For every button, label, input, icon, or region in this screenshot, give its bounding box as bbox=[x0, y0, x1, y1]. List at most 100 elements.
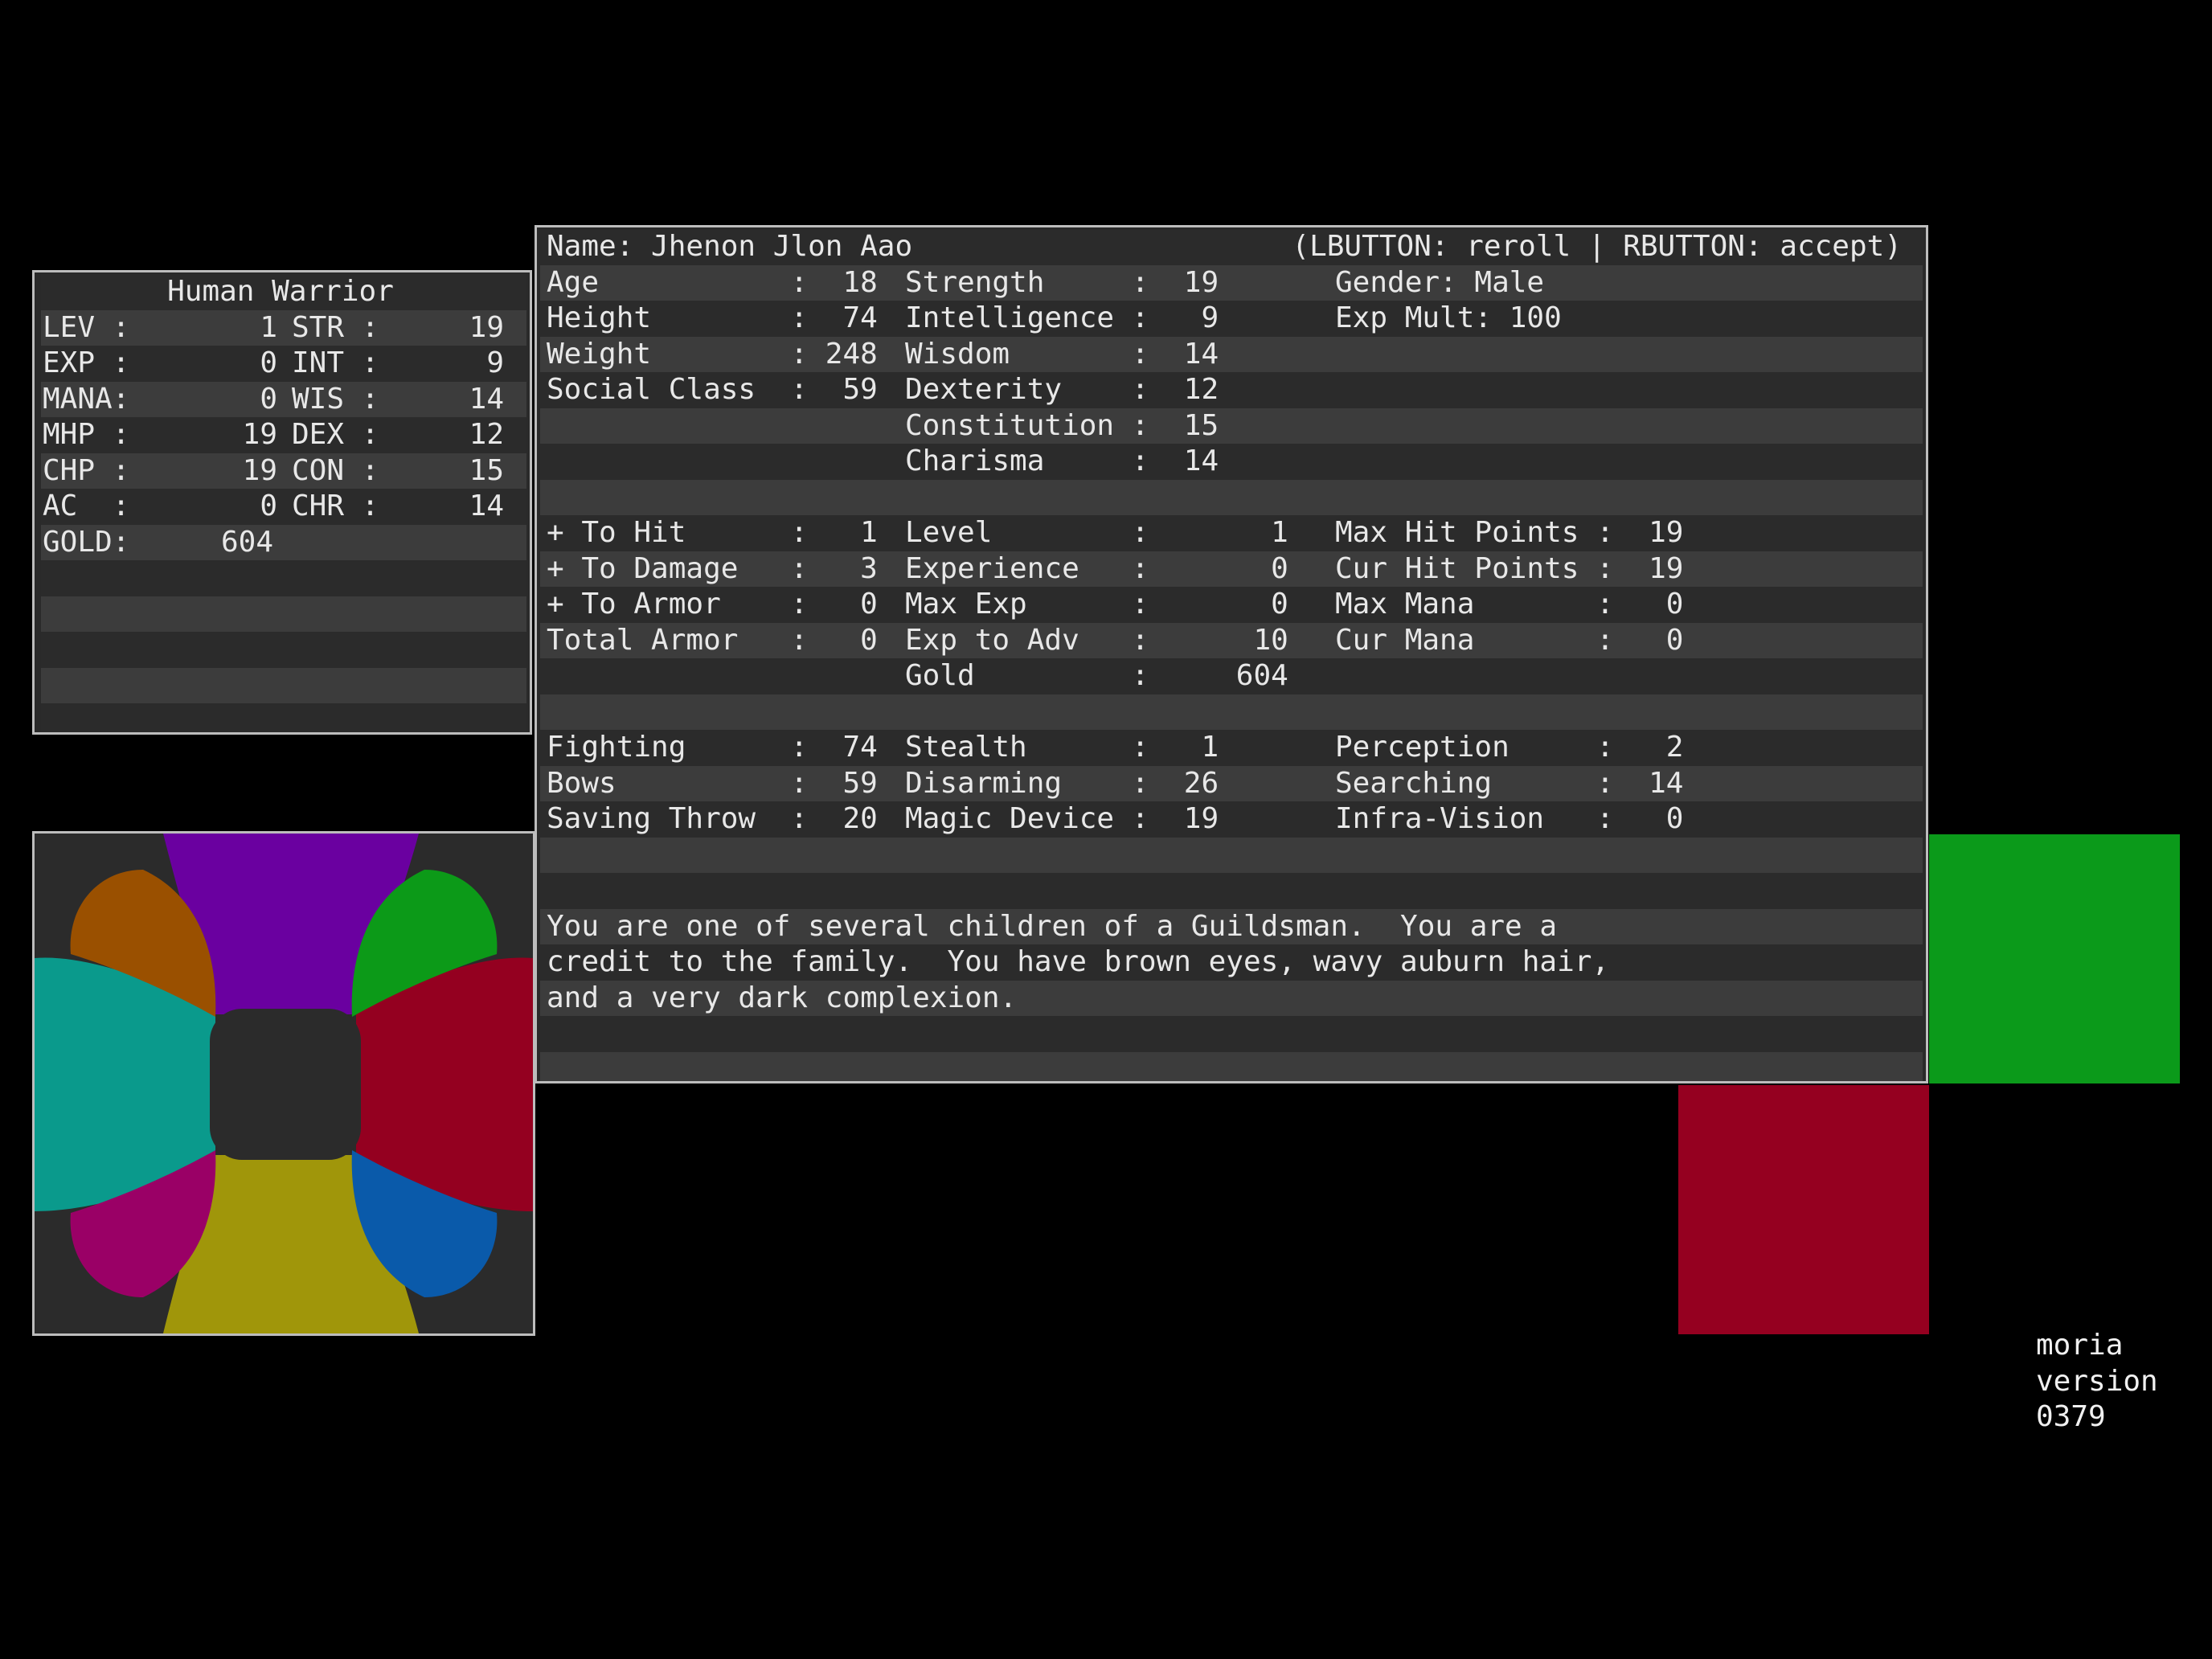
summary-attr-label: STR : bbox=[292, 310, 379, 344]
character-sheet-cell: + To Damage : 3 bbox=[547, 551, 878, 585]
character-sheet-cell: + To Armor : 0 bbox=[547, 588, 878, 621]
summary-stat-label: MANA: bbox=[43, 382, 130, 416]
character-sheet-cell: You are one of several children of a Gui… bbox=[547, 909, 1558, 943]
summary-attr-label: INT : bbox=[292, 346, 379, 379]
character-sheet-cell: + To Hit : 1 bbox=[547, 516, 878, 549]
summary-attr-label: CON : bbox=[292, 453, 379, 487]
summary-stat-row: MANA: 0 WIS : 14 bbox=[41, 381, 526, 417]
summary-attr-value: 15 bbox=[469, 453, 504, 487]
red-color-block bbox=[1678, 1085, 1929, 1334]
summary-empty-row bbox=[41, 667, 526, 703]
character-sheet-row bbox=[540, 837, 1923, 873]
summary-stat-label: MHP : bbox=[43, 418, 130, 451]
character-sheet-row bbox=[540, 1016, 1923, 1052]
summary-attr-label: DEX : bbox=[292, 418, 379, 451]
summary-title-row: Human Warrior bbox=[41, 274, 526, 310]
summary-attr-value: 19 bbox=[469, 310, 504, 344]
character-sheet-cell: Exp Mult: 100 bbox=[1335, 301, 1562, 334]
character-sheet-cell: Cur Mana : 0 bbox=[1335, 623, 1684, 657]
summary-gold-label: GOLD: bbox=[43, 525, 130, 559]
character-sheet-cell: Max Mana : 0 bbox=[1335, 588, 1684, 621]
name-row: Name: Jhenon Jlon Aao (LBUTTON: reroll | … bbox=[540, 229, 1923, 265]
character-sheet-row: Charisma : 14 bbox=[540, 444, 1923, 480]
character-sheet-row: Social Class : 59 Dexterity : 12 bbox=[540, 372, 1923, 408]
character-sheet-cell: Exp to Adv : 10 bbox=[905, 623, 1288, 657]
character-sheet-row: You are one of several children of a Gui… bbox=[540, 908, 1923, 944]
character-sheet-cell: Dexterity : 12 bbox=[905, 373, 1219, 406]
summary-stat-value: 0 bbox=[260, 346, 277, 379]
character-sheet-row: + To Damage : 3 Experience : 0 Cur Hit Poi… bbox=[540, 551, 1923, 587]
character-sheet-cell: Strength : 19 bbox=[905, 265, 1219, 299]
character-sheet-cell: Total Armor : 0 bbox=[547, 623, 878, 657]
character-sheet-row: Fighting : 74 Stealth : 1 Perception : 2 bbox=[540, 730, 1923, 766]
summary-stat-value: 1 bbox=[260, 310, 277, 344]
summary-stat-value: 19 bbox=[242, 453, 277, 487]
summary-stat-row: MHP : 19 DEX : 12 bbox=[41, 417, 526, 453]
character-sheet-row: Weight : 248 Wisdom : 14 bbox=[540, 336, 1923, 372]
character-sheet-cell: Height : 74 bbox=[547, 301, 878, 334]
summary-stat-label: LEV : bbox=[43, 310, 130, 344]
character-sheet-row bbox=[540, 1051, 1923, 1081]
summary-attr-label: WIS : bbox=[292, 382, 379, 416]
character-sheet-cell: and a very dark complexion. bbox=[547, 981, 1018, 1014]
character-sheet-cell: Age : 18 bbox=[547, 265, 878, 299]
summary-attr-value: 9 bbox=[486, 346, 504, 379]
character-sheet-cell: Level : 1 bbox=[905, 516, 1288, 549]
summary-empty-row bbox=[41, 703, 526, 732]
character-sheet-cell: Weight : 248 bbox=[547, 337, 878, 371]
character-sheet-row: Constitution : 15 bbox=[540, 408, 1923, 444]
character-sheet-row bbox=[540, 694, 1923, 730]
summary-stat-row: LEV : 1 STR : 19 bbox=[41, 309, 526, 346]
version-line-number: 0379 bbox=[2036, 1400, 2106, 1433]
summary-attr-label: CHR : bbox=[292, 490, 379, 522]
character-sheet-rows: Name: Jhenon Jlon Aao (LBUTTON: reroll | … bbox=[540, 229, 1923, 1081]
character-sheet-cell: Fighting : 74 bbox=[547, 731, 878, 764]
summary-attr-value: 14 bbox=[469, 382, 504, 416]
character-sheet-cell: Disarming : 26 bbox=[905, 766, 1219, 800]
character-sheet-cell: Cur Hit Points : 19 bbox=[1335, 551, 1684, 585]
character-sheet-cell: credit to the family. You have brown eye… bbox=[547, 945, 1610, 978]
green-color-block bbox=[1929, 834, 2180, 1083]
character-sheet-cell: Infra-Vision : 0 bbox=[1335, 802, 1684, 835]
summary-stat-value: 0 bbox=[260, 490, 277, 522]
character-sheet-row bbox=[540, 479, 1923, 515]
character-sheet-row: Saving Throw : 20 Magic Device : 19 Infra-… bbox=[540, 801, 1923, 838]
character-sheet-row: Age : 18 Strength : 19 Gender: Male bbox=[540, 264, 1923, 301]
character-sheet-cell: Intelligence : 9 bbox=[905, 301, 1219, 334]
summary-attr-value: 14 bbox=[469, 490, 504, 522]
summary-empty-row bbox=[41, 632, 526, 668]
character-sheet-cell: Experience : 0 bbox=[905, 551, 1288, 585]
controls-hint[interactable]: (LBUTTON: reroll | RBUTTON: accept) bbox=[1292, 229, 1902, 265]
character-sheet-cell: Social Class : 59 bbox=[547, 373, 878, 406]
character-sheet-row: and a very dark complexion. bbox=[540, 980, 1923, 1016]
character-sheet-cell: Max Exp : 0 bbox=[905, 588, 1288, 621]
summary-rows: Human Warrior LEV :1 STR :19 EXP :0 INT :9 MA… bbox=[41, 274, 526, 732]
version-line-word: version bbox=[2036, 1364, 2158, 1398]
summary-stat-label: CHP : bbox=[43, 453, 130, 487]
character-sheet-row: Bows : 59 Disarming : 26 Searching : 14 bbox=[540, 765, 1923, 801]
character-sheet-row: + To Hit : 1 Level : 1 Max Hit Points : 19 bbox=[540, 515, 1923, 551]
character-sheet-cell: Gender: Male bbox=[1335, 265, 1545, 299]
character-sheet-cell: Perception : 2 bbox=[1335, 731, 1684, 764]
character-sheet-row: Height : 74 Intelligence : 9 Exp Mult: 100 bbox=[540, 301, 1923, 337]
summary-empty-row bbox=[41, 560, 526, 596]
character-sheet-cell: Charisma : 14 bbox=[905, 444, 1219, 477]
character-sheet-row: + To Armor : 0 Max Exp : 0 Max Mana : 0 bbox=[540, 587, 1923, 623]
summary-stat-row: AC : 0 CHR : 14 bbox=[41, 489, 526, 525]
character-sheet-cell: Wisdom : 14 bbox=[905, 337, 1219, 371]
character-summary-panel: Human Warrior LEV :1 STR :19 EXP :0 INT :9 MA… bbox=[32, 270, 532, 735]
summary-empty-row bbox=[41, 596, 526, 632]
summary-stat-row: EXP : 0 INT : 9 bbox=[41, 346, 526, 382]
summary-stat-label: AC : bbox=[43, 490, 130, 522]
summary-attr-value: 12 bbox=[469, 418, 504, 451]
character-sheet-cell: Searching : 14 bbox=[1335, 766, 1684, 800]
character-sheet-panel[interactable]: Name: Jhenon Jlon Aao (LBUTTON: reroll | … bbox=[535, 225, 1928, 1083]
character-sheet-cell: Constitution : 15 bbox=[905, 408, 1219, 442]
character-sheet-row: credit to the family. You have brown eye… bbox=[540, 944, 1923, 981]
summary-stat-value: 19 bbox=[242, 418, 277, 451]
summary-stat-label: EXP : bbox=[43, 346, 130, 379]
wheel-center bbox=[210, 1009, 361, 1160]
character-sheet-row bbox=[540, 873, 1923, 909]
version-label: moria version 0379 bbox=[2036, 1328, 2158, 1436]
summary-stat-value: 0 bbox=[260, 382, 277, 416]
